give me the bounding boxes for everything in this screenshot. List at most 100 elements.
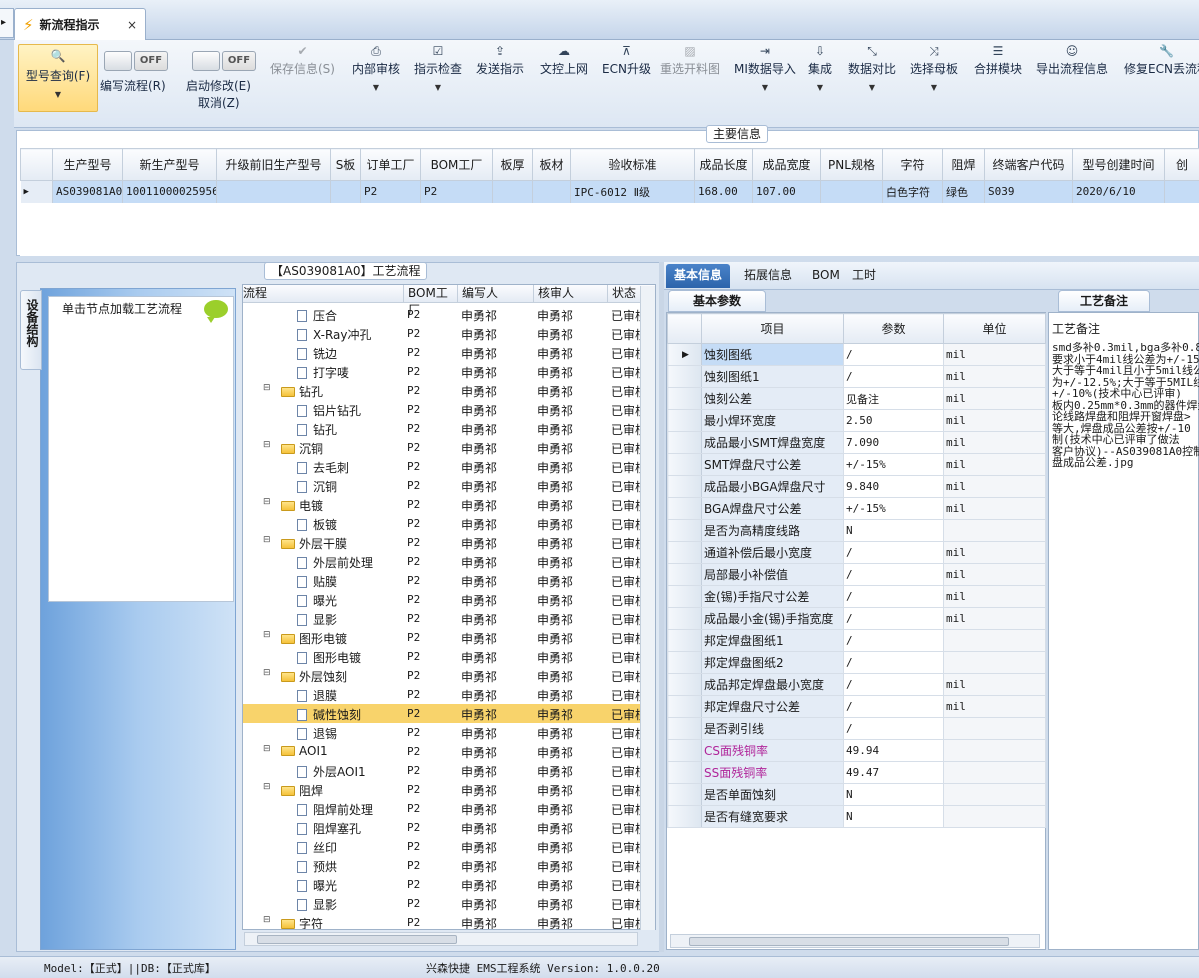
cancel-label[interactable]: 取消(Z) — [198, 94, 240, 111]
row-header[interactable] — [667, 673, 702, 696]
param-row[interactable]: 是否剥引线 / — [667, 717, 1046, 740]
chevron-down-icon[interactable]: ▼ — [817, 83, 823, 92]
param-row[interactable]: 邦定焊盘图纸1/ — [667, 629, 1046, 652]
row-header[interactable] — [667, 761, 702, 784]
collapse-toggle-icon[interactable]: ⊟ — [263, 630, 271, 640]
row-header[interactable] — [667, 695, 702, 718]
row-header[interactable]: ▶ — [667, 343, 702, 366]
tree-row[interactable]: 外层AOI1 P2 申勇祁 申勇祁 已审核 — [243, 761, 655, 780]
param-value-cell[interactable]: / — [843, 343, 944, 366]
tree-row[interactable]: 显影 P2 申勇祁 申勇祁 已审核 — [243, 894, 655, 913]
collapse-toggle-icon[interactable]: ⊟ — [263, 668, 271, 678]
collapse-toggle-icon[interactable]: ⊟ — [263, 383, 271, 393]
close-icon[interactable]: × — [127, 18, 137, 32]
row-header[interactable] — [667, 475, 702, 498]
toggle-switch-handle[interactable] — [104, 51, 132, 71]
internal-review-button[interactable]: ⎙ 内部审核 ▼ — [352, 40, 400, 128]
panel-collapse-handle[interactable]: ▸ — [0, 8, 14, 38]
instruction-check-button[interactable]: ☑ 指示检查 ▼ — [414, 40, 462, 128]
tree-row[interactable]: 打字唛 P2 申勇祁 申勇祁 已审核 — [243, 362, 655, 381]
column-header[interactable]: 成品长度 — [694, 148, 753, 181]
row-header[interactable] — [667, 453, 702, 476]
start-modify-label[interactable]: 启动修改(E) — [186, 77, 251, 94]
row-header[interactable] — [667, 805, 702, 828]
param-row[interactable]: 蚀刻图纸1/mil — [667, 365, 1046, 388]
param-value-cell[interactable]: / — [843, 629, 944, 652]
tree-row[interactable]: 外层前处理 P2 申勇祁 申勇祁 已审核 — [243, 552, 655, 571]
chevron-down-icon[interactable]: ▼ — [869, 83, 875, 92]
tree-row[interactable]: 碱性蚀刻 P2 申勇祁 申勇祁 已审核 — [243, 704, 655, 723]
chevron-down-icon[interactable]: ▼ — [762, 83, 768, 92]
param-value-cell[interactable]: N — [843, 805, 944, 828]
column-header[interactable]: PNL规格 — [820, 148, 883, 181]
param-value-cell[interactable]: 见备注 — [843, 387, 944, 410]
tree-row[interactable]: 压合 P2 申勇祁 申勇祁 已审核 — [243, 305, 655, 324]
tab-equipment-structure[interactable]: 设备结构 — [20, 290, 42, 370]
row-header[interactable] — [667, 585, 702, 608]
param-value-cell[interactable]: 2.50 — [843, 409, 944, 432]
column-header[interactable]: 生产型号 — [52, 148, 123, 181]
tab-bom[interactable]: BOM — [804, 264, 848, 288]
splitter[interactable] — [659, 262, 664, 952]
save-info-button[interactable]: ✔ 保存信息(S) — [270, 40, 335, 128]
column-header-writer[interactable]: 编写人 — [457, 285, 533, 303]
tree-row[interactable]: 显影 P2 申勇祁 申勇祁 已审核 — [243, 609, 655, 628]
tree-row[interactable]: ⊟ 电镀 P2 申勇祁 申勇祁 已审核 — [243, 495, 655, 514]
collapse-toggle-icon[interactable]: ⊟ — [263, 782, 271, 792]
upload-document-button[interactable]: ☁ 文控上网 — [540, 40, 588, 128]
column-header[interactable]: 升级前旧生产型号 — [216, 148, 331, 181]
tree-row[interactable]: 丝印 P2 申勇祁 申勇祁 已审核 — [243, 837, 655, 856]
tree-vertical-scrollbar[interactable] — [640, 286, 655, 930]
mi-data-import-button[interactable]: ⇥ MI数据导入 ▼ — [734, 40, 796, 128]
param-row[interactable]: 邦定焊盘尺寸公差 / mil — [667, 695, 1046, 718]
param-row[interactable]: ▶ 蚀刻图纸 / mil — [667, 343, 1046, 366]
tree-row[interactable]: 图形电镀 P2 申勇祁 申勇祁 已审核 — [243, 647, 655, 666]
param-value-cell[interactable]: / — [843, 563, 944, 586]
collapse-toggle-icon[interactable]: ⊟ — [263, 744, 271, 754]
column-header[interactable]: 创 — [1164, 148, 1199, 181]
param-value-cell[interactable]: 7.090 — [843, 431, 944, 454]
column-header[interactable]: S板 — [330, 148, 361, 181]
row-header[interactable] — [667, 387, 702, 410]
tree-row[interactable]: 阻焊塞孔 P2 申勇祁 申勇祁 已审核 — [243, 818, 655, 837]
tree-row[interactable]: ⊟ 字符 P2 申勇祁 申勇祁 已审核 — [243, 913, 655, 929]
toggle-switch-handle[interactable] — [192, 51, 220, 71]
process-flow-tree[interactable]: 流程 BOM工厂 编写人 核审人 状态 压合P2申勇祁申勇祁已审核X-Ray冲孔… — [242, 284, 656, 930]
tree-row[interactable]: X-Ray冲孔 P2 申勇祁 申勇祁 已审核 — [243, 324, 655, 343]
param-row[interactable]: SS面残铜率 49.47 — [667, 761, 1046, 784]
row-header[interactable] — [667, 365, 702, 388]
edit-flow-toggle[interactable]: OFF — [104, 50, 168, 72]
tree-row[interactable]: ⊟ 图形电镀 P2 申勇祁 申勇祁 已审核 — [243, 628, 655, 647]
param-value-cell[interactable]: +/-15% — [843, 453, 944, 476]
tree-row[interactable]: 退锡 P2 申勇祁 申勇祁 已审核 — [243, 723, 655, 742]
param-row[interactable]: 是否单面蚀刻 N — [667, 783, 1046, 806]
tree-row[interactable]: ⊟ 钻孔 P2 申勇祁 申勇祁 已审核 — [243, 381, 655, 400]
param-row[interactable]: 邦定焊盘图纸2/ — [667, 651, 1046, 674]
param-row[interactable]: 成品最小BGA焊盘尺寸 9.840 mil — [667, 475, 1046, 498]
param-row[interactable]: 通道补偿后最小宽度 / mil — [667, 541, 1046, 564]
column-header[interactable]: 参数 — [843, 313, 944, 344]
param-row[interactable]: 蚀刻公差 见备注 mil — [667, 387, 1046, 410]
tree-row[interactable]: 沉铜 P2 申勇祁 申勇祁 已审核 — [243, 476, 655, 495]
column-header[interactable]: 终端客户代码 — [984, 148, 1073, 181]
column-header-reviewer[interactable]: 核审人 — [533, 285, 607, 303]
table-row[interactable]: ▶ AS039081A0 10011000025956 P2 P2 IPC-6012 Ⅱ级… — [20, 180, 1199, 203]
tab-new-flow-instruction[interactable]: ⚡ 新流程指示 × — [14, 8, 146, 40]
param-value-cell[interactable]: / — [843, 717, 944, 740]
tree-row[interactable]: ⊟ 外层干膜 P2 申勇祁 申勇祁 已审核 — [243, 533, 655, 552]
column-header[interactable]: 板厚 — [492, 148, 533, 181]
column-header-flow[interactable]: 流程 — [243, 285, 403, 303]
tab-basic-info[interactable]: 基本信息 — [666, 264, 731, 288]
tree-row[interactable]: 预烘 P2 申勇祁 申勇祁 已审核 — [243, 856, 655, 875]
row-header[interactable] — [667, 519, 702, 542]
param-value-cell[interactable]: / — [843, 651, 944, 674]
tree-row[interactable]: 钻孔 P2 申勇祁 申勇祁 已审核 — [243, 419, 655, 438]
param-row[interactable]: SMT焊盘尺寸公差 +/-15% mil — [667, 453, 1046, 476]
export-flow-info-button[interactable]: ☺ 导出流程信息 — [1036, 40, 1108, 128]
tree-row[interactable]: ⊟ AOI1 P2 申勇祁 申勇祁 已审核 — [243, 742, 655, 761]
row-header[interactable] — [667, 739, 702, 762]
column-header[interactable]: 单位 — [943, 313, 1046, 344]
row-header[interactable] — [667, 607, 702, 630]
param-row[interactable]: 成品最小金(锡)手指宽度 / mil — [667, 607, 1046, 630]
chevron-down-icon[interactable]: ▼ — [373, 83, 379, 92]
